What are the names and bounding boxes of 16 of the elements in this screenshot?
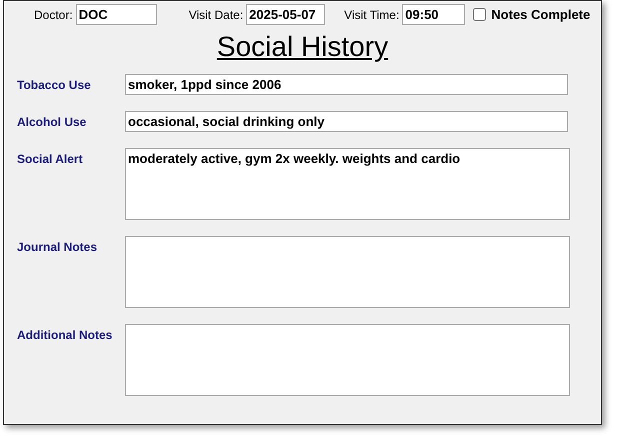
page-title: Social History xyxy=(216,30,388,64)
field-label: Journal Notes xyxy=(16,239,98,256)
checkbox-label: Notes Complete xyxy=(491,6,590,24)
doctor-field[interactable]: DOC xyxy=(76,4,157,25)
field-label: Social Alert xyxy=(16,151,84,168)
visit-time-field[interactable]: 09:50 xyxy=(402,4,466,25)
text-field[interactable]: occasional, social drinking only xyxy=(125,111,568,132)
notes-area[interactable]: moderately active, gym 2x weekly. weights and cardio xyxy=(125,148,570,220)
visit-date-field[interactable]: 2025-05-07 xyxy=(246,4,326,25)
field-label: Tobacco Use xyxy=(16,77,92,94)
field-label: Visit Date: xyxy=(188,6,244,24)
field-label: Alcohol Use xyxy=(16,114,88,131)
field-label: Doctor: xyxy=(34,6,73,24)
text-field[interactable]: smoker, 1ppd since 2006 xyxy=(125,74,568,95)
field-label: Additional Notes xyxy=(16,327,114,344)
field-label: Visit Time: xyxy=(344,6,400,24)
